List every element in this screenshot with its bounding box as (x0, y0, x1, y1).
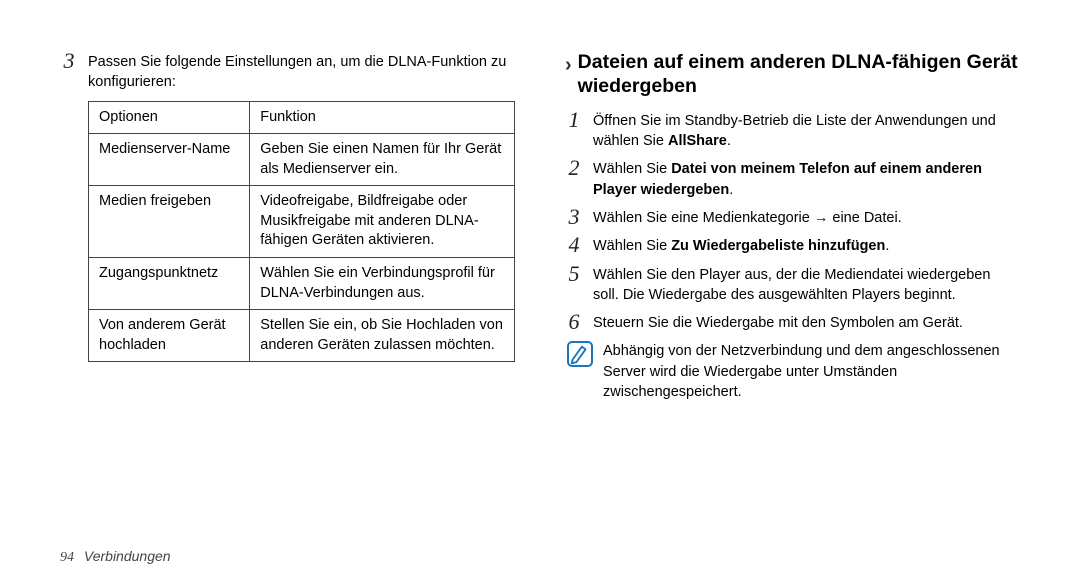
step-text: Wählen Sie Zu Wiedergabeliste hinzufügen… (593, 234, 889, 256)
cell-option: Medienserver-Name (89, 134, 250, 186)
table-row: Von anderem Gerät hochladen Stellen Sie … (89, 310, 515, 362)
text-part: . (885, 238, 889, 254)
table-header-row: Optionen Funktion (89, 101, 515, 134)
step-text: Wählen Sie eine Medienkategorie → eine D… (593, 206, 902, 228)
right-step-5: 5 Wählen Sie den Player aus, der die Med… (565, 263, 1020, 306)
cell-option: Von anderem Gerät hochladen (89, 310, 250, 362)
step-text: Wählen Sie Datei von meinem Telefon auf … (593, 157, 1020, 200)
left-step-3: 3 Passen Sie folgende Einstellungen an, … (60, 50, 515, 93)
right-step-4: 4 Wählen Sie Zu Wiedergabeliste hinzufüg… (565, 234, 1020, 256)
heading-text: Dateien auf einem anderen DLNA-fähigen G… (578, 50, 1020, 99)
right-column: › Dateien auf einem anderen DLNA-fähigen… (565, 50, 1020, 402)
step-number: 1 (565, 109, 583, 131)
page-footer: 94 Verbindungen (60, 548, 171, 566)
step-text: Steuern Sie die Wiedergabe mit den Symbo… (593, 311, 963, 333)
step-number: 3 (60, 50, 78, 72)
step-text: Wählen Sie den Player aus, der die Medie… (593, 263, 1020, 306)
right-step-2: 2 Wählen Sie Datei von meinem Telefon au… (565, 157, 1020, 200)
table-row: Medienserver-Name Geben Sie einen Namen … (89, 134, 515, 186)
right-step-3: 3 Wählen Sie eine Medienkategorie → eine… (565, 206, 1020, 228)
note: Abhängig von der Netzverbindung und dem … (567, 339, 1020, 402)
step-number: 2 (565, 157, 583, 179)
right-step-1: 1 Öffnen Sie im Standby-Betrieb die List… (565, 109, 1020, 152)
step-number: 4 (565, 234, 583, 256)
step-text: Passen Sie folgende Einstellungen an, um… (88, 50, 515, 93)
note-icon (567, 341, 593, 367)
step-number: 6 (565, 311, 583, 333)
cell-function: Wählen Sie ein Verbindungsprofil für DLN… (250, 257, 515, 309)
section-name: Verbindungen (84, 548, 171, 564)
th-function: Funktion (250, 101, 515, 134)
bold-text: Zu Wiedergabeliste hinzufügen (671, 238, 885, 254)
step-text: Öffnen Sie im Standby-Betrieb die Liste … (593, 109, 1020, 152)
bold-text: AllShare (668, 133, 727, 149)
step-number: 5 (565, 263, 583, 285)
text-part: Wählen Sie (593, 161, 671, 177)
step-number: 3 (565, 206, 583, 228)
text-part: Öffnen Sie im Standby-Betrieb die Liste … (593, 113, 996, 149)
cell-option: Medien freigeben (89, 186, 250, 258)
th-options: Optionen (89, 101, 250, 134)
cell-function: Geben Sie einen Namen für Ihr Gerät als … (250, 134, 515, 186)
cell-option: Zugangspunktnetz (89, 257, 250, 309)
text-part: Wählen Sie (593, 238, 671, 254)
table-row: Zugangspunktnetz Wählen Sie ein Verbindu… (89, 257, 515, 309)
page-number: 94 (60, 550, 74, 565)
options-table: Optionen Funktion Medienserver-Name Gebe… (88, 101, 515, 363)
section-heading: › Dateien auf einem anderen DLNA-fähigen… (565, 50, 1020, 99)
right-step-6: 6 Steuern Sie die Wiedergabe mit den Sym… (565, 311, 1020, 333)
cell-function: Videofreigabe, Bildfreigabe oder Musikfr… (250, 186, 515, 258)
text-part: . (729, 182, 733, 198)
text-part: . (727, 133, 731, 149)
cell-function: Stellen Sie ein, ob Sie Hochladen von an… (250, 310, 515, 362)
left-column: 3 Passen Sie folgende Einstellungen an, … (60, 50, 515, 402)
table-row: Medien freigeben Videofreigabe, Bildfrei… (89, 186, 515, 258)
note-text: Abhängig von der Netzverbindung und dem … (603, 339, 1020, 402)
chevron-right-icon: › (565, 53, 572, 77)
